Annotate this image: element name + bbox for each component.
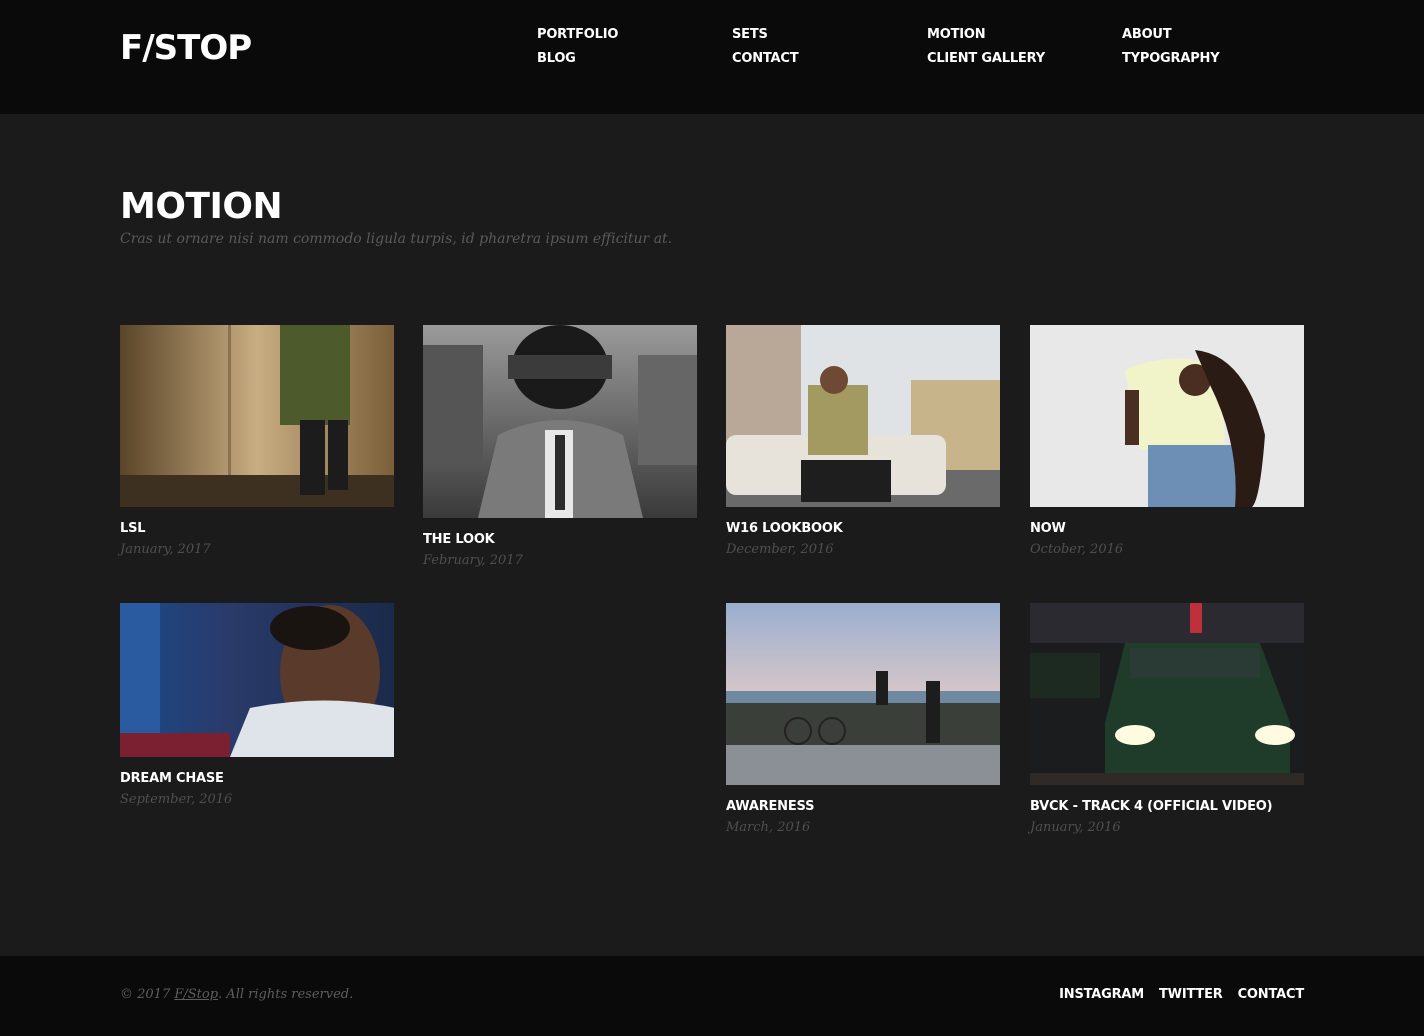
motion-thumbnail-bvck-track-4[interactable] <box>1030 603 1304 785</box>
motion-date-awareness: March, 2016 <box>726 820 811 835</box>
motion-thumbnail-dream-chase[interactable] <box>120 603 394 757</box>
motion-item-the-look: THE LOOK February, 2017 <box>423 325 697 568</box>
motion-title-now[interactable]: NOW <box>1030 521 1304 536</box>
nav-sets[interactable]: SETS <box>732 26 927 44</box>
motion-title-lsl[interactable]: LSL <box>120 521 394 536</box>
footer-nav: INSTAGRAM TWITTER CONTACT <box>1059 987 1304 1002</box>
footer-link-twitter[interactable]: TWITTER <box>1159 987 1223 1002</box>
motion-date-now: October, 2016 <box>1030 542 1124 557</box>
copyright-suffix: . All rights reserved. <box>218 987 354 1002</box>
nav-blog[interactable]: BLOG <box>537 50 732 68</box>
main-nav: PORTFOLIO SETS MOTION ABOUT BLOG CONTACT… <box>537 26 1317 68</box>
nav-motion[interactable]: MOTION <box>927 26 1122 44</box>
footer-link-instagram[interactable]: INSTAGRAM <box>1059 987 1144 1002</box>
motion-item-w16-lookbook: W16 LOOKBOOK December, 2016 <box>726 325 1000 557</box>
motion-item-lsl: LSL January, 2017 <box>120 325 394 557</box>
site-footer: © 2017 F/Stop. All rights reserved. INST… <box>0 956 1424 1036</box>
motion-thumbnail-awareness[interactable] <box>726 603 1000 785</box>
nav-portfolio[interactable]: PORTFOLIO <box>537 26 732 44</box>
motion-title-dream-chase[interactable]: DREAM CHASE <box>120 771 394 786</box>
motion-thumbnail-lsl[interactable] <box>120 325 394 507</box>
motion-title-bvck-track-4[interactable]: BVCK - TRACK 4 (OFFICIAL VIDEO) <box>1030 799 1304 814</box>
nav-about[interactable]: ABOUT <box>1122 26 1317 44</box>
motion-date-dream-chase: September, 2016 <box>120 792 233 807</box>
motion-title-awareness[interactable]: AWARENESS <box>726 799 1000 814</box>
copyright: © 2017 F/Stop. All rights reserved. <box>120 987 353 1002</box>
copyright-prefix: © 2017 <box>120 987 175 1002</box>
site-header: F/STOP PORTFOLIO SETS MOTION ABOUT BLOG … <box>0 0 1424 114</box>
motion-date-the-look: February, 2017 <box>423 553 523 568</box>
page-title: MOTION <box>120 186 283 227</box>
motion-thumbnail-now[interactable] <box>1030 325 1304 507</box>
motion-date-bvck-track-4: January, 2016 <box>1030 820 1121 835</box>
motion-thumbnail-w16-lookbook[interactable] <box>726 325 1000 507</box>
motion-item-awareness: AWARENESS March, 2016 <box>726 603 1000 835</box>
nav-typography[interactable]: TYPOGRAPHY <box>1122 50 1317 68</box>
motion-item-dream-chase: DREAM CHASE September, 2016 <box>120 603 394 807</box>
nav-contact[interactable]: CONTACT <box>732 50 927 68</box>
copyright-link[interactable]: F/Stop <box>174 987 218 1002</box>
site-logo[interactable]: F/STOP <box>120 28 252 68</box>
nav-client-gallery[interactable]: CLIENT GALLERY <box>927 50 1122 68</box>
motion-item-now: NOW October, 2016 <box>1030 325 1304 557</box>
motion-thumbnail-the-look[interactable] <box>423 325 697 518</box>
motion-item-bvck-track-4: BVCK - TRACK 4 (OFFICIAL VIDEO) January,… <box>1030 603 1304 835</box>
footer-link-contact[interactable]: CONTACT <box>1238 987 1305 1002</box>
page-subtitle: Cras ut ornare nisi nam commodo ligula t… <box>120 231 673 247</box>
motion-date-w16-lookbook: December, 2016 <box>726 542 834 557</box>
motion-title-the-look[interactable]: THE LOOK <box>423 532 697 547</box>
motion-date-lsl: January, 2017 <box>120 542 211 557</box>
motion-title-w16-lookbook[interactable]: W16 LOOKBOOK <box>726 521 1000 536</box>
